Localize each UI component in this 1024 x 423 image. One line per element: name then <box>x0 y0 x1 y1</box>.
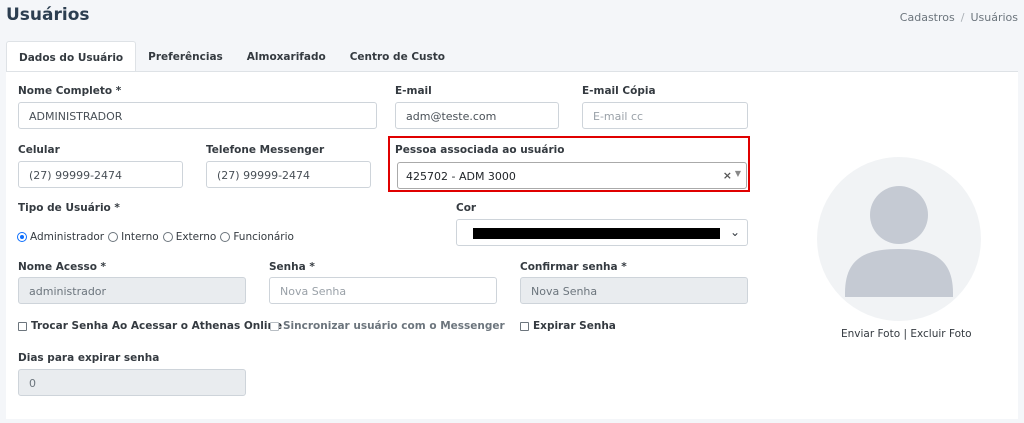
email-input[interactable]: adm@teste.com <box>395 102 559 129</box>
sincronizar-checkbox-row: Sincronizar usuário com o Messenger <box>270 320 505 332</box>
sincronizar-label: Sincronizar usuário com o Messenger <box>283 320 505 332</box>
nome-completo-label: Nome Completo * <box>18 85 122 97</box>
tab-bar: Dados do Usuário Preferências Almoxarifa… <box>6 41 457 72</box>
radio-externo[interactable]: Externo <box>162 231 217 243</box>
email-copia-input[interactable]: E-mail cc <box>582 102 748 129</box>
excluir-foto-link[interactable]: Excluir Foto <box>910 328 971 340</box>
radio-label-administrador: Administrador <box>30 231 105 243</box>
checkbox-icon[interactable] <box>18 321 27 331</box>
clear-icon[interactable]: × <box>723 169 732 182</box>
email-label: E-mail <box>395 85 432 97</box>
radio-funcionario[interactable]: Funcionário <box>220 231 294 243</box>
nome-acesso-label: Nome Acesso * <box>18 261 107 273</box>
radio-label-interno: Interno <box>121 231 159 243</box>
expirar-senha-checkbox-row[interactable]: Expirar Senha <box>520 320 616 332</box>
confirmar-senha-input[interactable]: Nova Senha <box>520 277 748 304</box>
radio-label-externo: Externo <box>175 231 217 243</box>
tab-centro-de-custo[interactable]: Centro de Custo <box>338 41 457 72</box>
senha-input[interactable]: Nova Senha <box>269 277 497 304</box>
cor-select[interactable]: ⌄ <box>456 219 748 246</box>
celular-label: Celular <box>18 144 60 156</box>
enviar-foto-link[interactable]: Enviar Foto <box>841 328 900 340</box>
celular-input[interactable]: (27) 99999-2474 <box>18 161 183 188</box>
radio-icon[interactable] <box>108 232 119 242</box>
dias-expirar-input[interactable]: 0 <box>18 369 246 396</box>
telefone-messenger-input[interactable]: (27) 99999-2474 <box>206 161 371 188</box>
expirar-senha-label: Expirar Senha <box>533 320 616 332</box>
avatar <box>817 157 981 321</box>
page-title: Usuários <box>6 5 90 25</box>
radio-icon[interactable] <box>162 232 173 242</box>
pessoa-associada-label: Pessoa associada ao usuário <box>395 144 565 156</box>
breadcrumb-item-cadastros[interactable]: Cadastros <box>900 11 955 24</box>
tipo-usuario-label: Tipo de Usuário * <box>18 202 120 214</box>
tipo-usuario-radio-group: Administrador Interno Externo Funcionári… <box>17 231 298 243</box>
dropdown-arrow-icon[interactable]: ▼ <box>735 169 741 178</box>
tab-almoxarifado[interactable]: Almoxarifado <box>235 41 338 72</box>
photo-links: Enviar Foto | Excluir Foto <box>841 328 972 340</box>
email-copia-label: E-mail Cópia <box>582 85 656 97</box>
nome-acesso-input[interactable]: administrador <box>18 277 246 304</box>
telefone-messenger-label: Telefone Messenger <box>206 144 325 156</box>
breadcrumb-separator: / <box>960 11 965 24</box>
radio-icon[interactable] <box>220 232 231 242</box>
trocar-senha-checkbox-row[interactable]: Trocar Senha Ao Acessar o Athenas Online <box>18 320 282 332</box>
tab-dados-do-usuario[interactable]: Dados do Usuário <box>6 41 137 72</box>
user-silhouette-icon <box>845 186 953 297</box>
confirmar-senha-label: Confirmar senha * <box>520 261 627 273</box>
tab-preferencias[interactable]: Preferências <box>136 41 235 72</box>
photo-links-separator: | <box>903 328 908 340</box>
color-swatch <box>473 228 720 239</box>
radio-administrador[interactable]: Administrador <box>17 231 104 243</box>
breadcrumb-item-usuarios: Usuários <box>970 11 1018 24</box>
trocar-senha-label: Trocar Senha Ao Acessar o Athenas Online <box>31 320 283 332</box>
pessoa-associada-select[interactable]: 425702 - ADM 3000 × ▼ <box>397 162 747 189</box>
nome-completo-input[interactable]: ADMINISTRADOR <box>18 102 377 129</box>
cor-label: Cor <box>456 202 477 214</box>
radio-selected-icon[interactable] <box>17 232 27 242</box>
checkbox-icon <box>270 321 279 331</box>
dias-expirar-label: Dias para expirar senha <box>18 352 160 364</box>
checkbox-icon[interactable] <box>520 321 529 331</box>
radio-label-funcionario: Funcionário <box>233 231 294 243</box>
chevron-down-icon[interactable]: ⌄ <box>730 225 740 239</box>
senha-label: Senha * <box>269 261 315 273</box>
pessoa-associada-value: 425702 - ADM 3000 <box>406 170 516 183</box>
radio-interno[interactable]: Interno <box>108 231 159 243</box>
breadcrumb: Cadastros / Usuários <box>900 11 1018 24</box>
